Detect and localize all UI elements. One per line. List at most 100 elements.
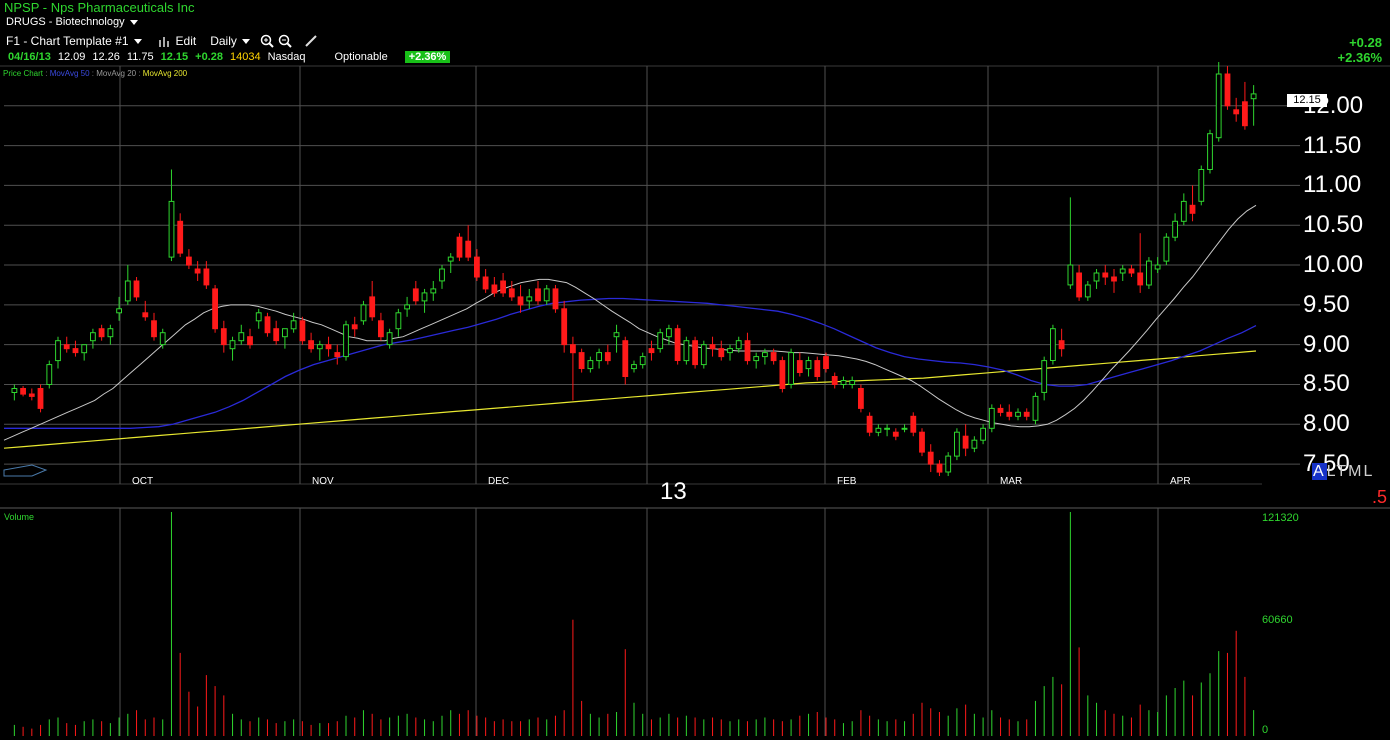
candle-body	[378, 320, 384, 338]
candle-body	[72, 348, 79, 354]
candle-body	[1180, 200, 1187, 222]
price-volume-chart[interactable]	[0, 0, 1390, 740]
ratio-label: .5	[1372, 487, 1388, 507]
candle-body	[20, 388, 27, 395]
altml-rest: LTML	[1326, 463, 1375, 480]
candle-body	[1084, 284, 1091, 298]
candle-body	[796, 360, 803, 374]
candle-body	[735, 340, 742, 350]
candle-body	[491, 284, 498, 294]
candle-body	[264, 316, 271, 334]
candle-body	[308, 340, 315, 350]
candle-body	[474, 256, 480, 278]
candle-body	[203, 268, 210, 286]
candle-body	[945, 455, 952, 473]
candle-body	[465, 240, 472, 258]
candle-body	[482, 276, 489, 290]
candle-body	[700, 344, 707, 366]
price-tick-label: 10.50	[1303, 211, 1364, 239]
candle-body	[648, 348, 655, 354]
candle-body	[142, 312, 149, 318]
candle-body	[447, 256, 454, 262]
candle-body	[1215, 73, 1222, 139]
candle-body	[552, 288, 559, 310]
candle-body	[11, 388, 18, 393]
candle-body	[404, 304, 411, 310]
candle-body	[177, 220, 184, 254]
candle-body	[666, 328, 672, 338]
candle-body	[395, 312, 402, 330]
volume-zero-label: 0	[1262, 724, 1269, 736]
candle-body	[247, 336, 253, 346]
candle-body	[1207, 133, 1213, 170]
candle-body	[587, 360, 594, 370]
candle-body	[631, 364, 637, 370]
candle-body	[194, 268, 201, 274]
candle-body	[971, 439, 978, 449]
candle-body	[875, 427, 882, 433]
candle-body	[273, 328, 280, 342]
candle-body	[954, 431, 960, 457]
candle-body	[517, 296, 524, 306]
month-tick-label: DEC	[488, 476, 510, 487]
candle-body	[299, 320, 306, 342]
candle-body	[1015, 411, 1021, 417]
candle-body	[1137, 272, 1144, 286]
price-tick-label: 9.00	[1303, 330, 1350, 358]
last-price-marker: 12.15	[1287, 94, 1327, 107]
candle-body	[1233, 109, 1240, 115]
candle-body	[919, 431, 925, 453]
candle-body	[1224, 73, 1231, 107]
candle-body	[28, 393, 35, 397]
candle-body	[692, 340, 699, 366]
candle-body	[578, 352, 585, 370]
candle-body	[997, 407, 1004, 413]
candle-body	[186, 256, 192, 266]
candle-body	[936, 463, 943, 473]
candle-body	[962, 435, 969, 449]
candle-body	[1146, 260, 1152, 286]
scroll-marker-icon	[3, 464, 48, 477]
candle-body	[1076, 272, 1082, 298]
candle-body	[316, 344, 323, 350]
candle-body	[255, 312, 262, 322]
candle-body	[770, 352, 777, 362]
candle-body	[37, 388, 44, 409]
candle-body	[604, 352, 611, 362]
candle-body	[1023, 411, 1030, 417]
candle-body	[858, 388, 864, 409]
candle-body	[90, 332, 96, 342]
candle-body	[840, 380, 847, 385]
candle-body	[1189, 204, 1196, 214]
candle-body	[151, 320, 157, 338]
candle-body	[343, 324, 349, 358]
candle-body	[718, 348, 725, 358]
candle-body	[657, 332, 664, 350]
candle-body	[622, 340, 629, 378]
candle-body	[762, 352, 768, 358]
candle-body	[910, 415, 917, 433]
candle-body	[779, 360, 786, 390]
candle-body	[805, 360, 812, 370]
candle-body	[674, 328, 681, 362]
candle-body	[282, 328, 288, 338]
candle-body	[980, 427, 987, 441]
month-tick-label: OCT	[132, 476, 154, 487]
candle-body	[1242, 101, 1248, 127]
candle-body	[430, 288, 437, 294]
month-tick-label: FEB	[837, 476, 857, 487]
month-tick-label: MAR	[1000, 476, 1023, 487]
price-tick-label: 11.00	[1303, 171, 1362, 199]
candle-body	[927, 451, 934, 465]
volume-panel-label: Volume	[4, 512, 35, 522]
candle-body	[1172, 220, 1178, 238]
candle-body	[229, 340, 236, 350]
price-tick-label: 9.50	[1303, 290, 1350, 318]
candle-body	[901, 427, 908, 430]
candle-body	[369, 296, 376, 318]
candle-body	[334, 352, 341, 358]
price-tick-label: 8.50	[1303, 370, 1350, 398]
candle-body	[1006, 411, 1013, 417]
altml-toggle[interactable]: ALTML	[1312, 463, 1374, 481]
candle-body	[1032, 395, 1039, 421]
